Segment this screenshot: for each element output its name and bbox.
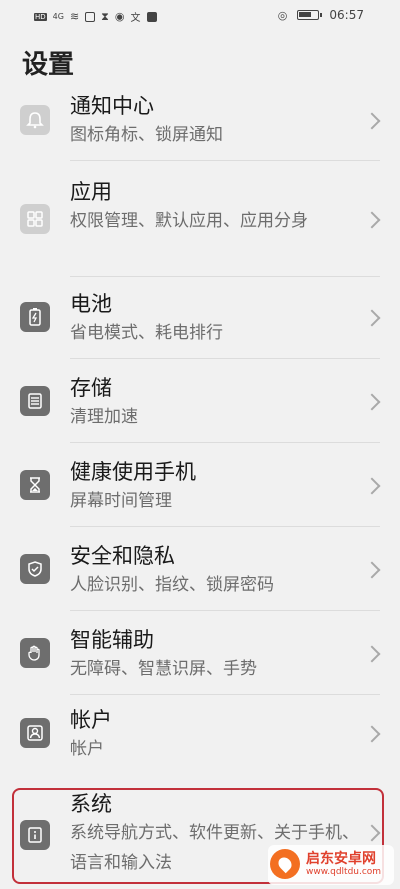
settings-item-name: 电池 — [70, 292, 112, 316]
settings-item-name: 应用 — [70, 180, 112, 204]
settings-item-name: 存储 — [70, 376, 112, 400]
page-title: 设置 — [22, 50, 75, 80]
settings-item-digital-balance[interactable]: 健康使用手机 屏幕时间管理 — [0, 442, 400, 526]
eye-icon: ◎ — [277, 8, 288, 22]
settings-item-desc: 无障碍、智慧识屏、手势 — [70, 659, 257, 679]
settings-item-name: 安全和隐私 — [70, 544, 175, 568]
status-bar: HD 4G ≋ ⧗ ◉ 文 ◎ 06:57 — [0, 0, 400, 32]
hourglass-settings-icon — [20, 470, 50, 500]
watermark-title: 启东安卓网 — [306, 851, 376, 867]
battery-icon — [297, 10, 323, 20]
hd-icon: HD — [34, 12, 47, 21]
settings-item-notifications[interactable]: 通知中心 图标角标、锁屏通知 — [0, 88, 400, 160]
shield-icon — [20, 554, 50, 584]
settings-item-accounts[interactable]: 帐户 帐户 — [0, 694, 400, 778]
watermark-logo-icon — [270, 849, 300, 879]
site-watermark: 启东安卓网 www.qdltdu.com — [268, 845, 394, 885]
signal-icon: 4G — [52, 12, 64, 21]
bell-icon — [20, 105, 50, 135]
settings-item-name: 智能辅助 — [70, 628, 154, 652]
settings-item-apps[interactable]: 应用 权限管理、默认应用、应用分身 — [0, 168, 400, 278]
settings-item-name: 帐户 — [70, 708, 112, 732]
chevron-right-icon — [363, 561, 381, 579]
settings-item-desc: 省电模式、耗电排行 — [70, 323, 223, 343]
storage-icon — [20, 386, 50, 416]
settings-item-desc: 权限管理、默认应用、应用分身 — [70, 211, 308, 231]
status-bar-right: ◎ 06:57 — [278, 8, 364, 22]
translate-icon: 文 — [130, 13, 141, 24]
settings-item-desc: 清理加速 — [70, 407, 138, 427]
hand-icon — [20, 638, 50, 668]
chevron-right-icon — [363, 211, 381, 229]
settings-item-battery[interactable]: 电池 省电模式、耗电排行 — [0, 276, 400, 358]
settings-item-security-privacy[interactable]: 安全和隐私 人脸识别、指纹、锁屏密码 — [0, 526, 400, 610]
chevron-right-icon — [363, 645, 381, 663]
chevron-right-icon — [363, 112, 381, 130]
settings-item-desc: 帐户 — [70, 739, 104, 759]
watermark-url: www.qdltdu.com — [306, 867, 382, 877]
settings-item-name: 健康使用手机 — [70, 460, 196, 484]
chevron-right-icon — [363, 725, 381, 743]
settings-item-smart-assistance[interactable]: 智能辅助 无障碍、智慧识屏、手势 — [0, 610, 400, 694]
status-time: 06:57 — [329, 8, 364, 22]
settings-item-storage[interactable]: 存储 清理加速 — [0, 358, 400, 442]
status-bar-left: HD 4G ≋ ⧗ ◉ 文 — [34, 9, 157, 24]
divider — [70, 160, 380, 161]
settings-item-desc: 图标角标、锁屏通知 — [70, 125, 223, 145]
settings-item-desc: 屏幕时间管理 — [70, 491, 172, 511]
notification-icon — [85, 11, 96, 22]
settings-item-desc: 人脸识别、指纹、锁屏密码 — [70, 575, 274, 595]
settings-item-name: 通知中心 — [70, 94, 154, 118]
account-icon — [20, 718, 50, 748]
hourglass-icon: ⧗ — [101, 9, 109, 23]
wifi-icon: ≋ — [69, 10, 80, 23]
photo-icon — [146, 11, 157, 22]
location-icon: ◉ — [114, 10, 125, 23]
apps-grid-icon — [20, 204, 50, 234]
chevron-right-icon — [363, 393, 381, 411]
chevron-right-icon — [363, 477, 381, 495]
chevron-right-icon — [363, 309, 381, 327]
battery-settings-icon — [20, 302, 50, 332]
